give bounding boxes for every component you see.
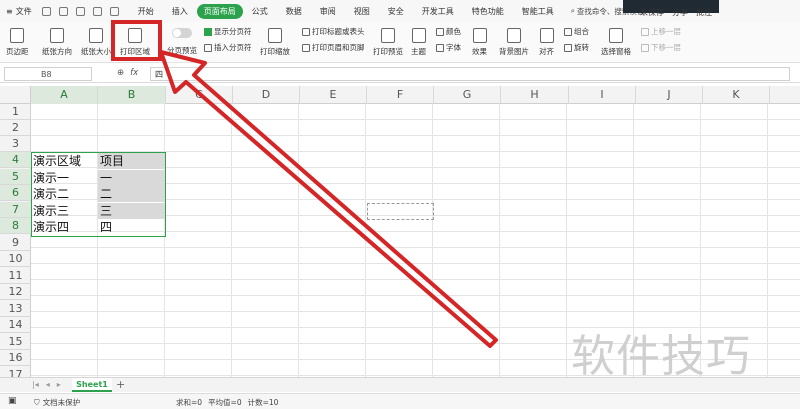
watermark-text: 软件技巧 (571, 331, 751, 382)
